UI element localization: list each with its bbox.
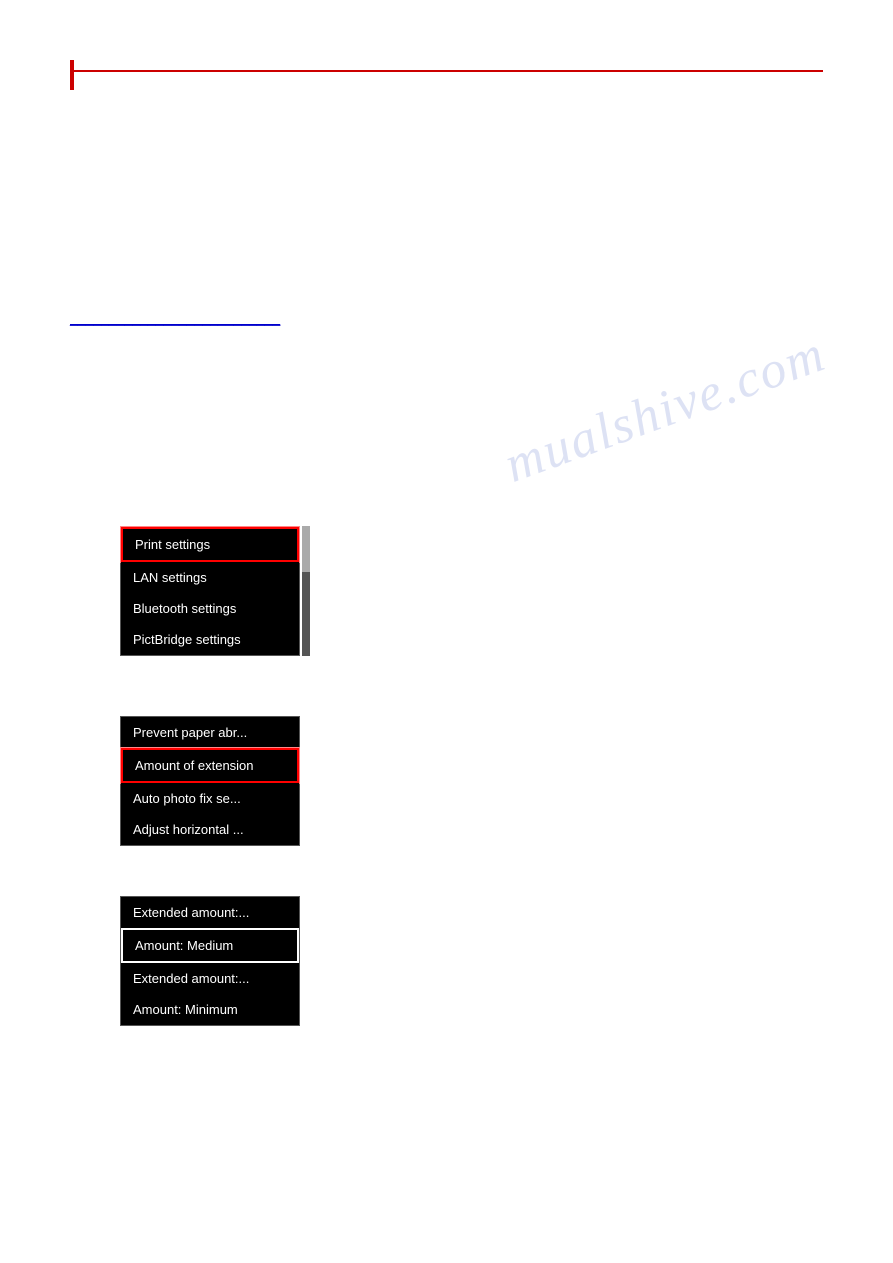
menu-section-2: Prevent paper abr...Amount of extensionA… [120, 716, 823, 846]
menu3-item-3[interactable]: Amount: Minimum [121, 994, 299, 1025]
menu-section-3: Extended amount:...Amount: MediumExtende… [120, 896, 823, 1026]
menu3-item-1[interactable]: Amount: Medium [121, 928, 299, 963]
menu1-item-2[interactable]: Bluetooth settings [121, 593, 299, 624]
watermark: mualshive.com [497, 324, 833, 495]
menu3-item-2[interactable]: Extended amount:... [121, 963, 299, 994]
menu2-item-0[interactable]: Prevent paper abr... [121, 717, 299, 748]
menu1-scrollbar[interactable] [302, 526, 310, 656]
menu1-wrapper: Print settingsLAN settingsBluetooth sett… [120, 526, 300, 656]
menu3-item-0[interactable]: Extended amount:... [121, 897, 299, 928]
menu1-item-3[interactable]: PictBridge settings [121, 624, 299, 655]
menu3-list: Extended amount:...Amount: MediumExtende… [120, 896, 300, 1026]
menu2-item-1[interactable]: Amount of extension [121, 748, 299, 783]
page-container: mualshive.com __________________________… [0, 0, 893, 1263]
menu2-list: Prevent paper abr...Amount of extensionA… [120, 716, 300, 846]
top-red-bar [70, 70, 823, 72]
menu1-list: Print settingsLAN settingsBluetooth sett… [120, 526, 300, 656]
menu1-item-0[interactable]: Print settings [121, 527, 299, 562]
menu1-scrollbar-thumb[interactable] [302, 526, 310, 572]
menu-section-1: Print settingsLAN settingsBluetooth sett… [120, 526, 823, 656]
menu2-item-2[interactable]: Auto photo fix se... [121, 783, 299, 814]
left-accent-bar [70, 60, 74, 90]
menu1-item-1[interactable]: LAN settings [121, 562, 299, 593]
link-text[interactable]: ___________________________ [70, 310, 280, 326]
menu2-item-3[interactable]: Adjust horizontal ... [121, 814, 299, 845]
